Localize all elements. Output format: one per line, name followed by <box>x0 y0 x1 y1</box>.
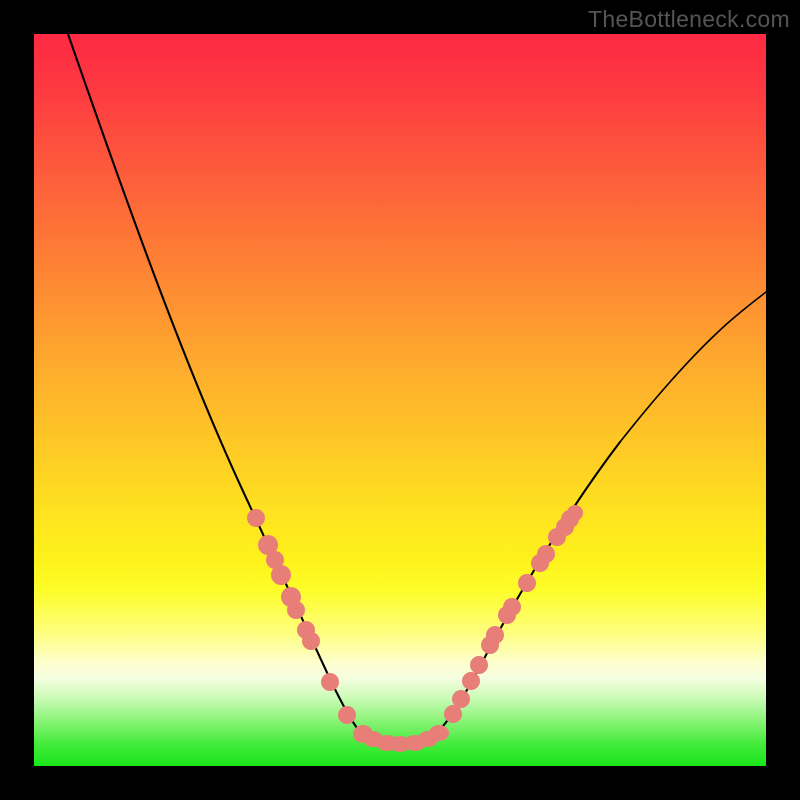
curve-right-branch-upper <box>620 292 766 442</box>
curve-left-branch <box>68 34 360 732</box>
bottleneck-curve <box>34 34 766 766</box>
watermark-text: TheBottleneck.com <box>588 6 790 33</box>
plot-area <box>34 34 766 766</box>
curve-markers <box>247 505 583 752</box>
chart-frame: TheBottleneck.com <box>0 0 800 800</box>
